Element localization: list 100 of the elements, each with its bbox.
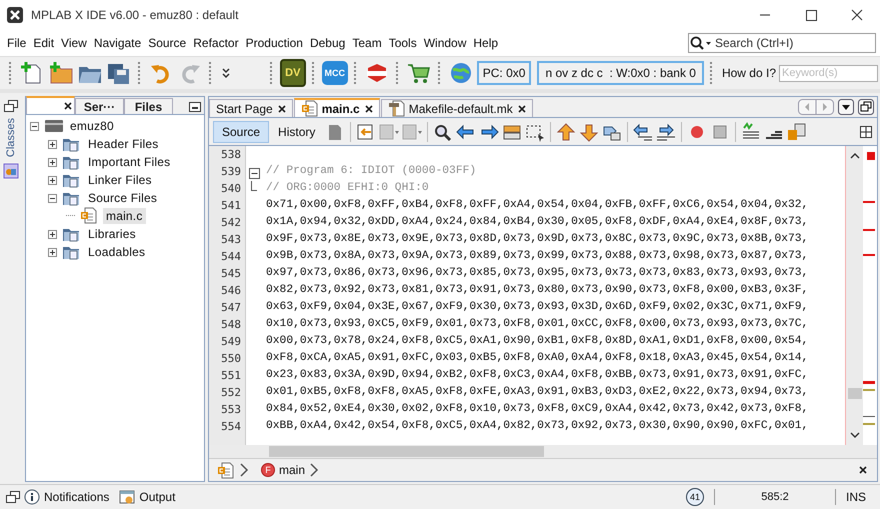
- keyword-field[interactable]: Keyword(s): [779, 64, 878, 82]
- chip-icon: [44, 117, 64, 135]
- compare-files-icon[interactable]: [786, 122, 808, 142]
- restore-window-icon[interactable]: [4, 100, 18, 112]
- help-label: How do I?: [722, 66, 776, 80]
- tree-item[interactable]: Source Files: [85, 190, 160, 206]
- restore-window-icon[interactable]: [6, 491, 20, 503]
- menu-item[interactable]: Edit: [30, 36, 58, 50]
- menu-item[interactable]: Navigate: [90, 36, 146, 50]
- function-badge: F: [261, 463, 275, 477]
- restore-window-icon[interactable]: [858, 99, 874, 115]
- collapse-icon[interactable]: [30, 122, 39, 130]
- chevron-right-icon: [239, 462, 249, 478]
- shift-right-icon[interactable]: [655, 122, 678, 142]
- menu-item[interactable]: Tools: [386, 36, 421, 50]
- menu-item[interactable]: Debug: [306, 36, 350, 50]
- output-window-icon[interactable]: [119, 489, 136, 505]
- collapse-icon[interactable]: [48, 194, 57, 202]
- close-icon[interactable]: [362, 102, 375, 114]
- close-icon[interactable]: [516, 102, 528, 114]
- classes-tab[interactable]: Classes: [5, 118, 17, 158]
- line-number: 554: [220, 420, 242, 435]
- tree-item[interactable]: Linker Files: [85, 172, 155, 188]
- tree-item[interactable]: Header Files: [85, 136, 162, 152]
- vertical-scrollbar[interactable]: [846, 146, 863, 445]
- dropdown-icon[interactable]: [838, 99, 854, 115]
- menu-item[interactable]: Team: [349, 36, 386, 50]
- menu-item[interactable]: Source: [145, 36, 190, 50]
- code-comment: // Program 6: IDIOT (0000-03FF): [266, 165, 476, 177]
- tree-item[interactable]: Libraries: [85, 226, 139, 242]
- line-number: 548: [220, 318, 242, 333]
- panel-tab[interactable]: [26, 96, 75, 114]
- chevron-right-icon: [309, 462, 320, 478]
- menu-item[interactable]: Window: [420, 36, 470, 50]
- editor-tab[interactable]: main.c: [294, 98, 380, 117]
- insert-mode: INS: [846, 490, 868, 504]
- hammer-file-icon: [388, 100, 406, 117]
- editor-tab[interactable]: Start Page: [209, 99, 293, 117]
- scroll-thumb[interactable]: [848, 388, 862, 399]
- menu-item[interactable]: Help: [470, 36, 502, 50]
- menu-item[interactable]: Production: [242, 36, 307, 50]
- view-tab[interactable]: Source: [213, 120, 270, 142]
- status-tab[interactable]: Output: [139, 490, 176, 504]
- expand-icon[interactable]: [48, 176, 57, 184]
- window-title: MPLAB X IDE v6.00 - emuz80 : default: [31, 8, 240, 22]
- expand-icon[interactable]: [48, 140, 57, 148]
- scroll-thumb[interactable]: [269, 446, 544, 457]
- code-line: 0x1A,0x94,0x32,0xDD,0xA4,0x24,0x84,0xB4,0x30,0x05,0xF8,0xDF,0xA4,0xE4,0x8F,0x73,: [266, 216, 808, 228]
- code-line: 0x63,0xF9,0x04,0x3E,0x67,0xF9,0x30,0x73,0x93,0x3D,0x6D,0xF9,0x02,0x3C,0x71,0xF9,: [266, 301, 808, 313]
- fold-collapse-icon[interactable]: [248, 168, 260, 179]
- split-view-icon[interactable]: [859, 124, 873, 138]
- tree-item[interactable]: Loadables: [85, 244, 148, 260]
- minimize-panel-icon[interactable]: [186, 100, 204, 114]
- tree-item[interactable]: main.c: [103, 208, 146, 224]
- notification-count[interactable]: 41: [686, 488, 704, 506]
- expand-icon[interactable]: [48, 158, 57, 166]
- menu-item[interactable]: View: [58, 36, 91, 50]
- close-icon[interactable]: [857, 464, 869, 476]
- cursor-position: 585:2: [760, 491, 790, 503]
- search-field[interactable]: Search (Ctrl+I): [715, 36, 865, 50]
- editor-tab[interactable]: Makefile-default.mk: [380, 99, 533, 117]
- line-number: 553: [220, 403, 242, 418]
- up-arrow-icon[interactable]: [555, 122, 578, 142]
- code-line: 0x00,0x73,0x78,0x24,0xF8,0xC5,0xA1,0x90,0xB1,0xF8,0x8D,0xA1,0xD1,0xF8,0x00,0x54,: [266, 335, 808, 347]
- code-line: 0x84,0x52,0xE4,0x30,0x02,0xF8,0x10,0x73,0xF8,0xC9,0xA4,0x42,0x73,0x42,0x73,0xF8,: [266, 403, 808, 415]
- dv-logo-button[interactable]: DV: [280, 59, 306, 87]
- view-tab[interactable]: History: [270, 122, 324, 142]
- classes-icon[interactable]: [3, 163, 19, 180]
- line-number: 540: [220, 182, 242, 197]
- code-line: 0x97,0x73,0x86,0x73,0x96,0x73,0x85,0x73,0x95,0x73,0x73,0x73,0x83,0x73,0x93,0x73,: [266, 267, 808, 279]
- close-icon[interactable]: [276, 102, 288, 114]
- line-number: 551: [220, 369, 242, 384]
- c-file-icon[interactable]: [217, 462, 235, 478]
- code-line: 0x82,0x73,0x92,0x73,0x81,0x73,0x91,0x73,0x80,0x73,0x90,0x73,0xF8,0x00,0xB3,0x3F,: [266, 284, 808, 296]
- tree-item[interactable]: emuz80: [67, 118, 117, 134]
- horizontal-scrollbar[interactable]: [209, 445, 877, 458]
- close-icon[interactable]: [62, 100, 74, 112]
- save-all-icon[interactable]: [106, 61, 132, 85]
- expand-icon[interactable]: [48, 230, 57, 238]
- status-tab[interactable]: Notifications: [44, 490, 110, 504]
- code-line: 0xBB,0xA4,0x42,0x54,0xF8,0xC5,0xA4,0x82,0x73,0x92,0x73,0x30,0x90,0x90,0xFC,0x01,: [266, 420, 808, 432]
- breadcrumb-item[interactable]: main: [279, 463, 306, 477]
- status-register-readout: n ov z dc c : W:0x0 : bank 0: [537, 61, 704, 85]
- c-file-icon: [300, 100, 319, 117]
- panel-tab[interactable]: Ser···: [75, 98, 124, 114]
- scroll-down-icon[interactable]: [850, 431, 860, 439]
- mcc-logo-button[interactable]: MCC: [322, 61, 348, 85]
- info-icon[interactable]: [24, 489, 40, 505]
- search-box[interactable]: Search (Ctrl+I): [688, 33, 876, 53]
- menu-item[interactable]: Refactor: [190, 36, 243, 50]
- scroll-up-icon[interactable]: [850, 152, 860, 160]
- down-arrow-icon[interactable]: [578, 122, 600, 142]
- menu-item[interactable]: File: [4, 36, 30, 50]
- new-project-icon[interactable]: [48, 61, 74, 85]
- line-number: 538: [220, 148, 242, 163]
- panel-tab[interactable]: Files: [124, 98, 173, 114]
- tree-item[interactable]: Important Files: [85, 154, 174, 170]
- expand-icon[interactable]: [48, 248, 57, 256]
- app-logo-icon: [7, 7, 23, 23]
- shift-left-icon[interactable]: [632, 122, 654, 142]
